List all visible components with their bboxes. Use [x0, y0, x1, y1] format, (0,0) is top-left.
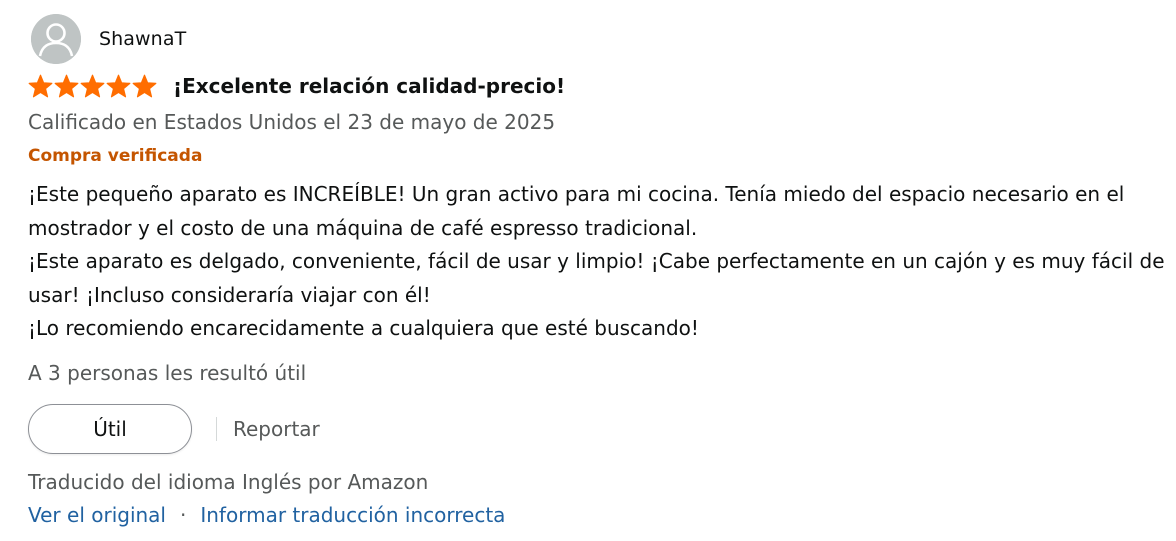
review-title-row: ¡Excelente relación calidad-precio! — [28, 74, 565, 98]
star-icon — [28, 74, 53, 98]
reviewer-profile[interactable]: ShawnaT — [31, 14, 186, 64]
helpful-button[interactable]: Útil — [28, 404, 192, 454]
review-paragraph: ¡Este aparato es delgado, conveniente, f… — [28, 249, 1165, 307]
review-date: Calificado en Estados Unidos el 23 de ma… — [28, 110, 556, 134]
see-original-link[interactable]: Ver el original — [28, 503, 166, 527]
link-separator: · — [180, 503, 187, 527]
review-paragraph: ¡Lo recomiendo encarecidamente a cualqui… — [28, 316, 699, 340]
star-rating[interactable] — [28, 74, 157, 98]
translation-links: Ver el original · Informar traducción in… — [28, 503, 505, 527]
review-actions: Útil Reportar — [28, 404, 320, 454]
verified-purchase-badge[interactable]: Compra verificada — [28, 146, 202, 166]
helpful-count: A 3 personas les resultó útil — [28, 361, 307, 385]
star-icon — [106, 74, 131, 98]
report-link[interactable]: Reportar — [233, 417, 320, 441]
review-body: ¡Este pequeño aparato es INCREÍBLE! Un g… — [28, 178, 1168, 346]
star-icon — [54, 74, 79, 98]
divider — [216, 417, 217, 441]
reviewer-name[interactable]: ShawnaT — [99, 28, 186, 50]
report-translation-link[interactable]: Informar traducción incorrecta — [200, 503, 505, 527]
review-title[interactable]: ¡Excelente relación calidad-precio! — [173, 74, 565, 98]
user-silhouette-icon — [31, 14, 81, 64]
review-paragraph: ¡Este pequeño aparato es INCREÍBLE! Un g… — [28, 182, 1125, 240]
star-icon — [132, 74, 157, 98]
star-icon — [80, 74, 105, 98]
translation-note: Traducido del idioma Inglés por Amazon — [28, 470, 429, 494]
